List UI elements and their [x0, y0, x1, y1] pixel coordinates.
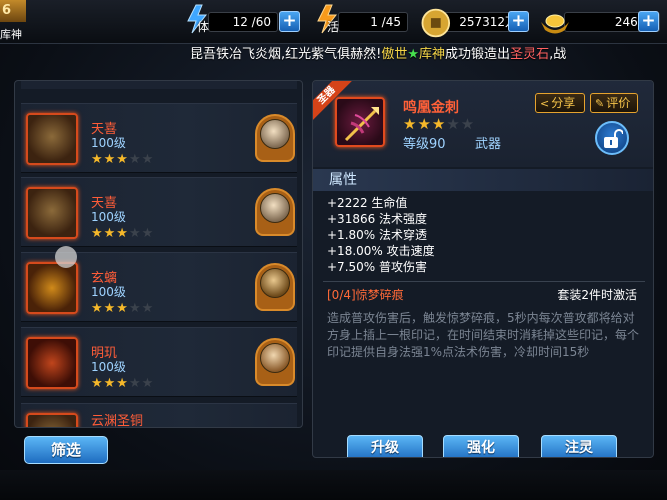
- list-top-edge: [21, 81, 297, 89]
- hero-portrait-badge[interactable]: [255, 263, 295, 311]
- game-screen: 6 库神 12 /60 体 + 1 /45 活 257312万 + 24684 …: [0, 0, 667, 500]
- set-description: 造成普攻伤害后，触发惊梦碎痕，5秒内每次普攻都将给对方身上插上一根印记，在时间结…: [327, 311, 640, 359]
- player-level-badge: 6: [0, 0, 26, 22]
- unlock-icon: [604, 129, 623, 148]
- share-label: 分享: [551, 96, 576, 110]
- stars-filled: ★★★: [91, 226, 129, 241]
- equipment-name: 云渊圣铜: [91, 414, 144, 428]
- energy-label: 活: [327, 20, 340, 34]
- divider: [323, 281, 645, 282]
- rate-label: 评价: [606, 96, 631, 110]
- star-rating: ★★★★★: [91, 301, 154, 316]
- list-item[interactable]: 天喜 100级 ★★★★★: [21, 177, 297, 247]
- equipment-icon: [26, 262, 78, 314]
- attribute-line: +31866 法术强度: [327, 212, 428, 226]
- stars-empty: ★★: [128, 301, 155, 316]
- infuse-soul-button[interactable]: 注灵: [541, 435, 617, 457]
- coin-resource: 257312万 +: [420, 8, 530, 38]
- stamina-resource: 12 /60 体 +: [182, 4, 302, 34]
- golden-spear-icon: [344, 107, 379, 142]
- equipment-level: 100级: [91, 360, 126, 374]
- ingot-resource: 24684 +: [538, 8, 666, 34]
- equipment-icon: [26, 413, 78, 427]
- coin-icon: [421, 8, 451, 38]
- attribute-line: +2222 生命值: [327, 196, 408, 210]
- add-ingots-button[interactable]: +: [638, 11, 659, 32]
- equipment-icon: [26, 337, 78, 389]
- set-name: [0/4]惊梦碎痕: [327, 288, 404, 302]
- star-rating: ★★★★★: [91, 376, 154, 391]
- equipment-level: 等级90: [403, 137, 446, 152]
- rate-button[interactable]: ✎ 评价: [590, 93, 638, 113]
- bottom-edge: [0, 470, 667, 500]
- hero-face-icon: [260, 343, 290, 373]
- stamina-label: 体: [197, 20, 210, 34]
- hero-face-icon: [260, 193, 290, 223]
- filter-button[interactable]: 筛选: [24, 436, 108, 464]
- upgrade-button[interactable]: 升级: [347, 435, 423, 457]
- attribute-line: +7.50% 普攻伤害: [327, 260, 427, 274]
- hero-portrait-badge[interactable]: [255, 114, 295, 162]
- marquee-text: 昆吾铁冶飞炎烟,红光紫气俱赫然!: [190, 47, 382, 62]
- stars-filled: ★★★: [91, 152, 129, 167]
- hero-portrait-badge[interactable]: [255, 338, 295, 386]
- equipment-name: 鸣凰金刺: [403, 100, 459, 116]
- equipment-level: 100级: [91, 136, 126, 150]
- touch-indicator: [55, 246, 77, 268]
- marquee-star: ★: [407, 47, 420, 62]
- star-rating: ★★★★★: [91, 152, 154, 167]
- marquee-player: 库神: [419, 47, 446, 62]
- hero-face-icon: [260, 119, 290, 149]
- lock-toggle-button[interactable]: [595, 121, 629, 155]
- enhance-button[interactable]: 强化: [443, 435, 519, 457]
- star-rating: ★★★★★: [403, 115, 475, 133]
- equipment-icon: [335, 97, 385, 147]
- marquee-title: 傲世: [381, 47, 408, 62]
- share-icon: <: [540, 97, 550, 110]
- equipment-detail-panel: 圣器 鸣凰金刺 ★★★★★ 等级90 武器 < 分享 ✎ 评价 属性 +2222…: [312, 80, 654, 458]
- marquee-item: 圣灵石: [510, 47, 550, 62]
- stars-empty: ★★: [128, 226, 155, 241]
- stars-filled: ★★★: [403, 115, 447, 133]
- stars-empty: ★★: [446, 115, 476, 133]
- gold-ingot-icon: [541, 14, 569, 34]
- announcement-marquee: 昆吾铁冶飞炎烟,红光紫气俱赫然!傲世★库神成功锻造出圣灵石,战: [190, 44, 667, 66]
- marquee-text: 成功锻造出: [445, 47, 511, 62]
- attribute-line: +18.00% 攻击速度: [327, 244, 435, 258]
- add-coins-button[interactable]: +: [508, 11, 529, 32]
- player-name: 库神: [0, 28, 22, 41]
- stars-empty: ★★: [128, 152, 155, 167]
- add-stamina-button[interactable]: +: [279, 11, 300, 32]
- detail-header: 圣器 鸣凰金刺 ★★★★★ 等级90 武器 < 分享 ✎ 评价: [313, 81, 653, 167]
- list-item[interactable]: 云渊圣铜: [21, 403, 297, 428]
- list-item[interactable]: 天喜 100级 ★★★★★: [21, 103, 297, 173]
- hero-face-icon: [260, 268, 290, 298]
- stars-empty: ★★: [128, 376, 155, 391]
- star-rating: ★★★★★: [91, 226, 154, 241]
- top-resource-bar: 6 库神 12 /60 体 + 1 /45 活 257312万 + 24684 …: [0, 0, 667, 44]
- stars-filled: ★★★: [91, 376, 129, 391]
- attributes-heading: 属性: [313, 169, 653, 191]
- energy-value: 1 /45: [338, 12, 408, 32]
- energy-resource: 1 /45 活: [312, 4, 422, 34]
- share-button[interactable]: < 分享: [535, 93, 585, 113]
- equipment-icon: [26, 187, 78, 239]
- edit-icon: ✎: [595, 97, 605, 110]
- equipment-icon: [26, 113, 78, 165]
- equipment-type: 武器: [475, 137, 502, 152]
- equipment-level: 100级: [91, 285, 126, 299]
- set-activation-note: 套装2件时激活: [557, 288, 637, 302]
- marquee-text: ,战: [549, 47, 567, 62]
- equipment-level: 100级: [91, 210, 126, 224]
- attribute-list: +2222 生命值 +31866 法术强度 +1.80% 法术穿透 +18.00…: [327, 195, 435, 275]
- list-item[interactable]: 明玑 100级 ★★★★★: [21, 327, 297, 397]
- attribute-line: +1.80% 法术穿透: [327, 228, 427, 242]
- stars-filled: ★★★: [91, 301, 129, 316]
- hero-portrait-badge[interactable]: [255, 188, 295, 236]
- stamina-value: 12 /60: [208, 12, 278, 32]
